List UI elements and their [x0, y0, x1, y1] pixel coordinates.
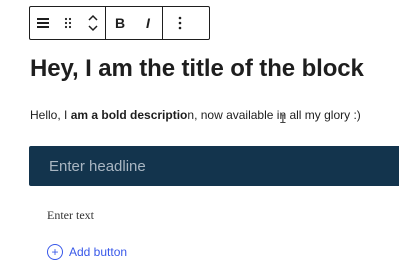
block-title[interactable]: Hey, I am the title of the block [30, 54, 364, 84]
more-options-icon[interactable] [163, 7, 197, 39]
add-button-label: Add button [69, 245, 128, 259]
toolbar-group-format: B I [106, 7, 163, 39]
description-text-end: n, now available in all my glory :) [187, 108, 361, 122]
toolbar-group-block [30, 7, 106, 39]
drag-handle-icon[interactable] [55, 7, 80, 39]
italic-button[interactable]: I [134, 7, 162, 39]
headline-placeholder: Enter headline [49, 157, 146, 175]
plus-circle-icon: + [47, 244, 63, 260]
add-button[interactable]: + Add button [47, 244, 127, 260]
toolbar-group-more [163, 7, 197, 39]
block-toolbar: B I [29, 6, 210, 40]
description-text-start: Hello, I [30, 108, 71, 122]
text-field[interactable]: Enter text [47, 208, 94, 223]
bold-button[interactable]: B [106, 7, 134, 39]
align-icon[interactable] [30, 7, 55, 39]
block-description[interactable]: Hello, I am a bold description, now avai… [30, 107, 361, 123]
text-cursor-icon: I [279, 112, 287, 127]
description-bold-text: am a bold descriptio [70, 108, 188, 122]
headline-field[interactable]: Enter headline [29, 146, 399, 186]
move-up-down-icon[interactable] [80, 7, 105, 39]
